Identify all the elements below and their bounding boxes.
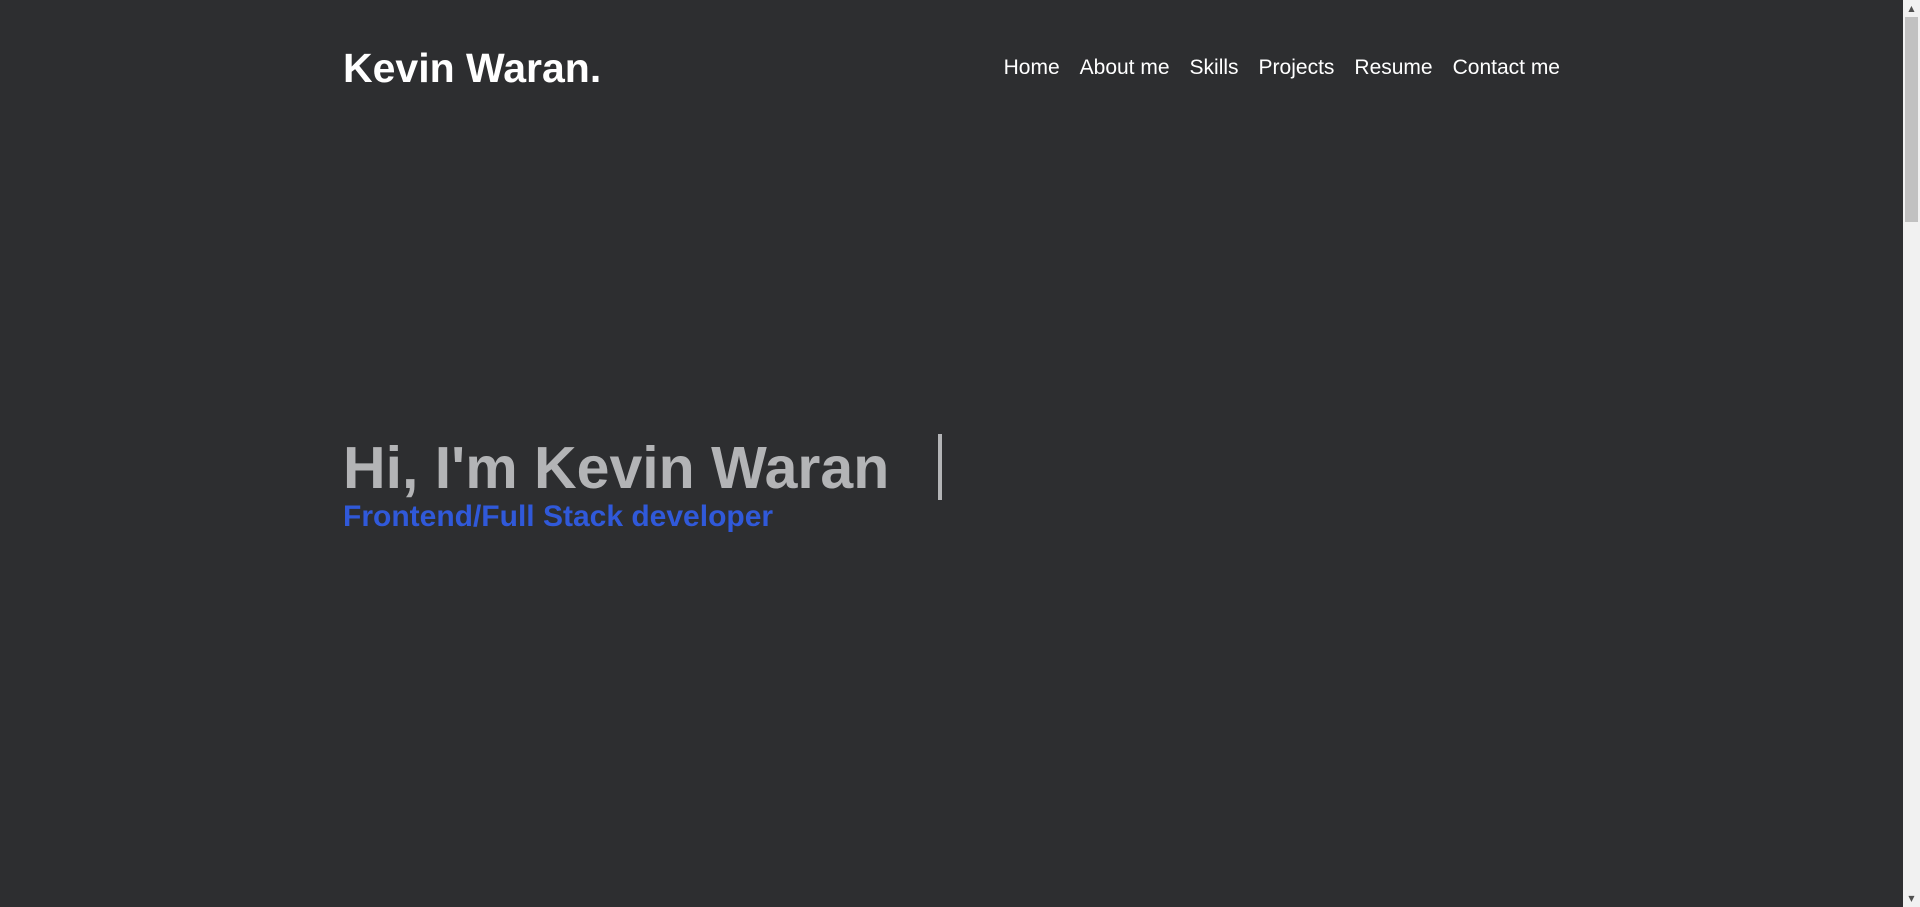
page: Kevin Waran. Home About me Skills Projec… (0, 0, 1903, 907)
nav-link-projects[interactable]: Projects (1259, 54, 1335, 82)
nav-item-home: Home (984, 54, 1060, 82)
nav-list: Home About me Skills Projects Resume Con… (984, 54, 1560, 82)
nav-link-home[interactable]: Home (1004, 54, 1060, 82)
hero-subtitle: Frontend/Full Stack developer (343, 500, 774, 533)
nav-item-resume: Resume (1334, 54, 1432, 82)
scrollbar-thumb[interactable] (1905, 17, 1918, 222)
nav-link-resume[interactable]: Resume (1354, 54, 1432, 82)
hero-title: Hi, I'm Kevin Waran (343, 435, 890, 501)
nav-item-contact: Contact me (1433, 54, 1560, 82)
chevron-down-icon[interactable]: ▼ (1903, 890, 1920, 907)
site-logo[interactable]: Kevin Waran. (343, 40, 601, 96)
nav-link-contact[interactable]: Contact me (1453, 54, 1560, 82)
nav-item-skills: Skills (1170, 54, 1239, 82)
nav-item-about: About me (1060, 54, 1170, 82)
chevron-up-icon[interactable]: ▲ (1903, 0, 1920, 17)
nav-link-skills[interactable]: Skills (1190, 54, 1239, 82)
vertical-scrollbar[interactable]: ▲ ▼ (1903, 0, 1920, 907)
nav-item-projects: Projects (1239, 54, 1335, 82)
typing-cursor (938, 434, 942, 500)
nav-link-about[interactable]: About me (1080, 54, 1170, 82)
